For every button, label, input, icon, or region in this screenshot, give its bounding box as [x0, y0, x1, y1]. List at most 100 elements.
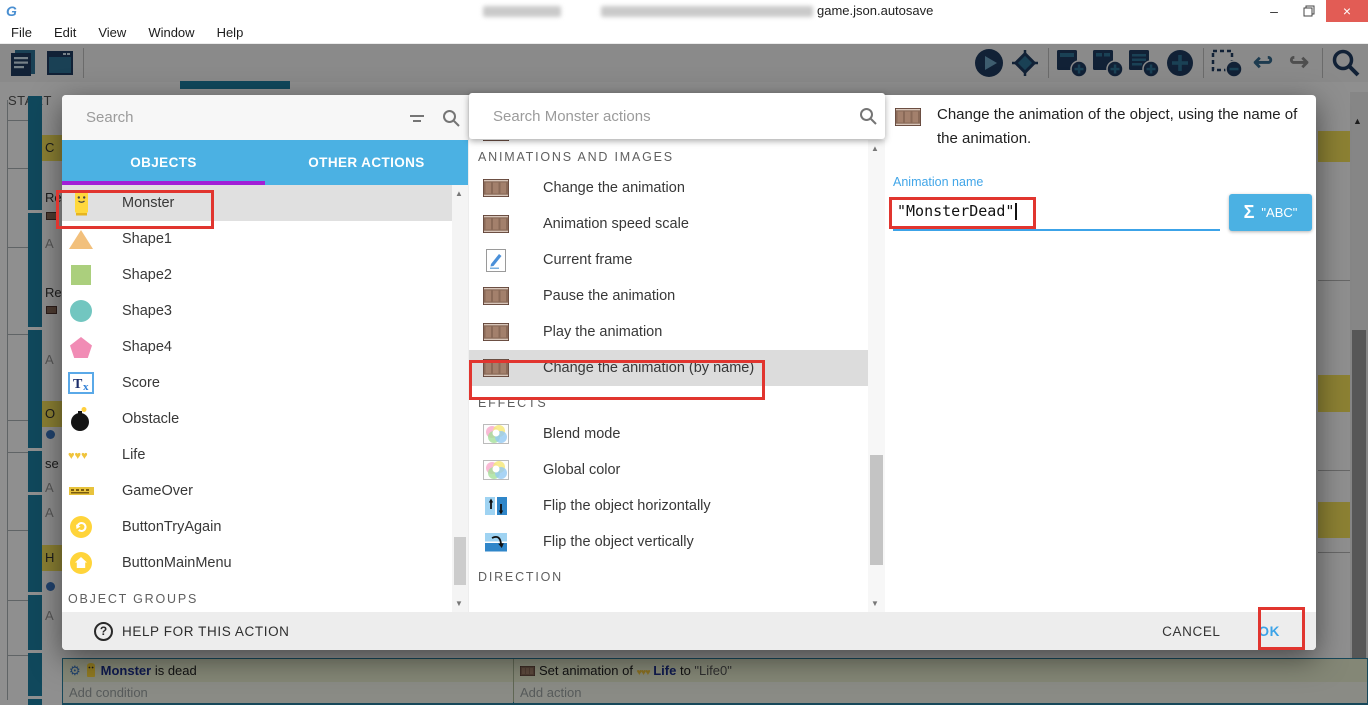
action-item-global-color[interactable]: Global color — [469, 452, 869, 488]
film-icon — [895, 103, 921, 131]
object-item-shape2[interactable]: Shape2 — [62, 257, 452, 293]
section-header: DIRECTION — [469, 560, 869, 590]
annotation-box-monster — [56, 190, 214, 229]
object-item-life[interactable]: ♥♥♥ Life — [62, 437, 452, 473]
action-item-play-the-animation[interactable]: Play the animation — [469, 314, 869, 350]
object-item-buttonmainmenu[interactable]: ButtonMainMenu — [62, 545, 452, 581]
dialog-footer: ? HELP FOR THIS ACTION CANCEL OK — [62, 612, 1316, 650]
action-label: Play the animation — [543, 324, 662, 340]
square-icon — [68, 261, 94, 289]
actions-search-input[interactable] — [469, 108, 851, 125]
restore-button[interactable] — [1292, 0, 1326, 22]
menu-window[interactable]: Window — [137, 25, 205, 40]
svg-text:♥♥♥: ♥♥♥ — [68, 450, 88, 461]
actions-scrollbar-thumb[interactable] — [870, 455, 883, 565]
menu-edit[interactable]: Edit — [43, 25, 87, 40]
section-header: ANIMATIONS AND IMAGES — [469, 140, 869, 170]
objects-tab-bar: OBJECTSOTHER ACTIONS — [62, 140, 468, 185]
app-logo-icon: G — [6, 3, 22, 19]
objects-search-input[interactable] — [62, 109, 400, 126]
sigma-icon: Σ — [1244, 202, 1255, 223]
object-item-score[interactable]: Tx Score — [62, 365, 452, 401]
objects-scrollbar-thumb[interactable] — [454, 537, 466, 585]
help-label: HELP FOR THIS ACTION — [122, 624, 290, 639]
object-item-buttontryagain[interactable]: ButtonTryAgain — [62, 509, 452, 545]
object-item-shape3[interactable]: Shape3 — [62, 293, 452, 329]
object-label: GameOver — [122, 483, 193, 499]
object-label: Shape4 — [122, 339, 172, 355]
gdevelop-window: G game.json.autosave – × FileEditViewWin… — [0, 0, 1368, 705]
action-label: Pause the animation — [543, 288, 675, 304]
actions-scroll-up-icon[interactable]: ▲ — [871, 144, 879, 153]
actions-panel: — ANIMATIONS AND IMAGESChange the animat… — [468, 95, 885, 612]
action-item-change-the-animation[interactable]: Change the animation — [469, 170, 869, 206]
action-item-flip-the-object-vertically[interactable]: Flip the object vertically — [469, 524, 869, 560]
object-label: Shape1 — [122, 231, 172, 247]
animation-name-label: Animation name — [893, 175, 983, 189]
objects-panel: OBJECTSOTHER ACTIONS MonsterShape1Shape2… — [62, 95, 468, 612]
action-item-pause-the-animation[interactable]: Pause the animation — [469, 278, 869, 314]
film-icon — [483, 318, 509, 346]
action-item-animation-speed-scale[interactable]: Animation speed scale — [469, 206, 869, 242]
objects-scrollbar-track[interactable]: ▲ ▼ — [452, 185, 468, 612]
annotation-box-animation-name — [889, 197, 1036, 229]
object-item-shape4[interactable]: Shape4 — [62, 329, 452, 365]
help-link[interactable]: ? HELP FOR THIS ACTION — [94, 622, 290, 641]
tab-other-actions[interactable]: OTHER ACTIONS — [265, 140, 468, 185]
text-icon: Tx — [68, 369, 94, 397]
object-label: ButtonTryAgain — [122, 519, 221, 535]
minimize-button[interactable]: – — [1256, 0, 1292, 22]
menu-file[interactable]: File — [0, 25, 43, 40]
action-label: Global color — [543, 462, 620, 478]
objects-scroll-up-icon[interactable]: ▲ — [455, 189, 463, 198]
frame-icon — [483, 246, 509, 274]
objects-scroll-down-icon[interactable]: ▼ — [455, 599, 463, 608]
object-label: ButtonMainMenu — [122, 555, 232, 571]
search-icon[interactable] — [434, 101, 468, 135]
object-label: Shape3 — [122, 303, 172, 319]
action-label: Flip the object horizontally — [543, 498, 711, 514]
palette-icon — [483, 420, 509, 448]
menu-bar: FileEditViewWindowHelp — [0, 22, 1368, 44]
action-label: Blend mode — [543, 426, 620, 442]
cancel-button[interactable]: CANCEL — [1162, 624, 1220, 639]
input-focus-underline — [893, 229, 1220, 231]
action-description: Change the animation of the object, usin… — [937, 103, 1309, 151]
flip-h-icon — [483, 492, 509, 520]
action-item-flip-the-object-horizontally[interactable]: Flip the object horizontally — [469, 488, 869, 524]
filter-icon[interactable] — [400, 101, 434, 135]
retry-icon — [68, 513, 94, 541]
home-icon — [68, 549, 94, 577]
circle-icon — [68, 297, 94, 325]
tab-objects[interactable]: OBJECTS — [62, 140, 265, 185]
actions-scroll-down-icon[interactable]: ▼ — [871, 599, 879, 608]
flip-v-icon — [483, 528, 509, 556]
object-label: Score — [122, 375, 160, 391]
action-label: Current frame — [543, 252, 632, 268]
menu-view[interactable]: View — [87, 25, 137, 40]
object-label: Life — [122, 447, 145, 463]
object-item-gameover[interactable]: GameOver — [62, 473, 452, 509]
gameover-icon — [68, 477, 94, 505]
action-label: Change the animation — [543, 180, 685, 196]
help-icon: ? — [94, 622, 113, 641]
objects-search-bar — [62, 95, 468, 140]
window-title: game.json.autosave — [817, 3, 933, 18]
action-parameters-panel: Change the animation of the object, usin… — [885, 95, 1316, 612]
action-label: Flip the object vertically — [543, 534, 694, 550]
redacted-title-segment — [601, 6, 813, 17]
menu-help[interactable]: Help — [206, 25, 255, 40]
object-item-obstacle[interactable]: Obstacle — [62, 401, 452, 437]
object-label: Obstacle — [122, 411, 179, 427]
annotation-box-ok — [1258, 607, 1305, 650]
annotation-box-change-animation-by-name — [469, 360, 765, 400]
close-button[interactable]: × — [1326, 0, 1368, 22]
expression-editor-button[interactable]: Σ "ABC" — [1229, 194, 1312, 231]
action-item-current-frame[interactable]: Current frame — [469, 242, 869, 278]
actions-scrollbar-track[interactable]: ▲ ▼ — [868, 140, 885, 612]
palette-icon — [483, 456, 509, 484]
bomb-icon — [68, 405, 94, 433]
actions-search-bar — [469, 93, 885, 139]
action-item-blend-mode[interactable]: Blend mode — [469, 416, 869, 452]
search-icon[interactable] — [851, 99, 885, 133]
